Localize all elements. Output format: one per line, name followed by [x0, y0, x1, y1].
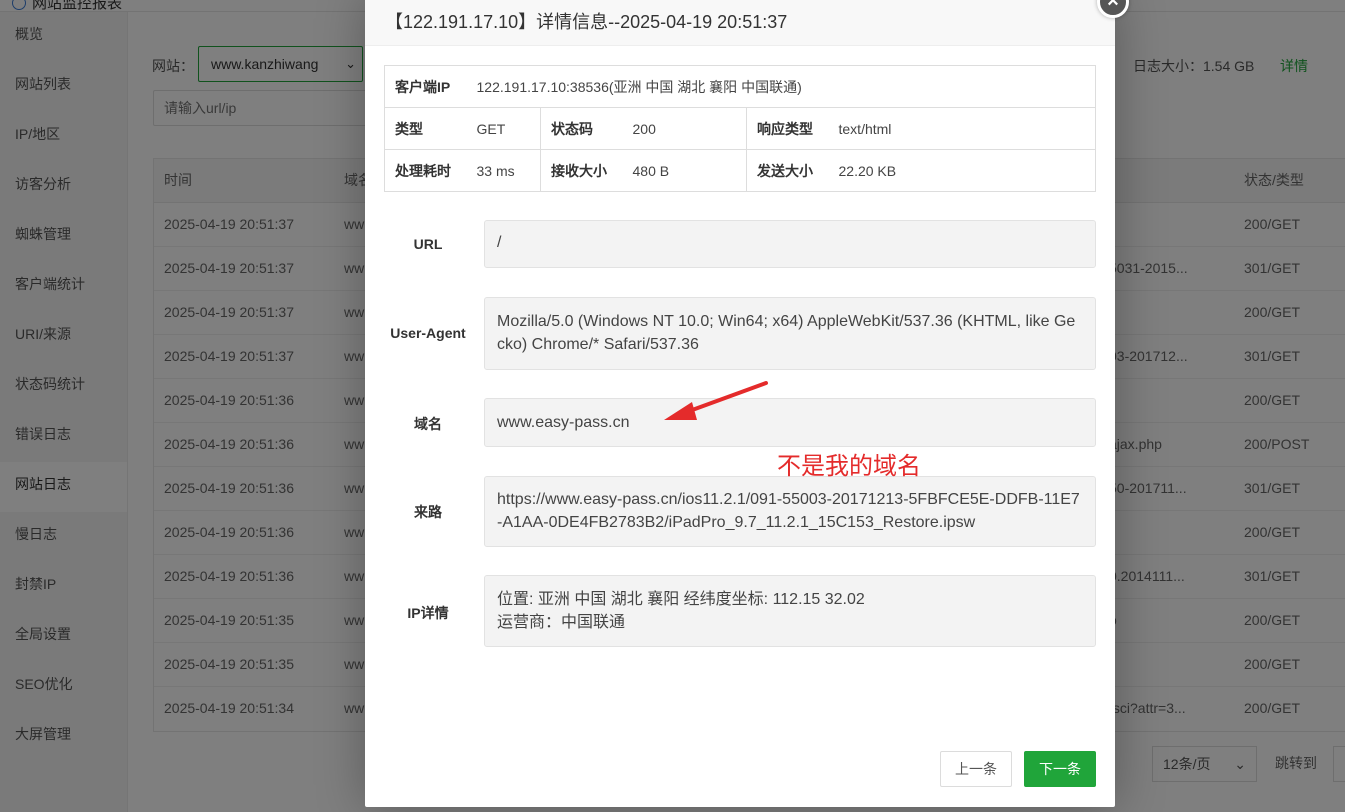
annotation-arrow — [664, 381, 768, 420]
recv-size-label: 接收大小 — [540, 149, 623, 192]
annotation-text: 不是我的域名 — [777, 454, 921, 480]
status-code-value: 200 — [622, 107, 747, 150]
domain-label: 域名 — [414, 416, 442, 432]
ip-info-value: 位置: 亚洲 中国 湖北 襄阳 经纬度坐标: 112.15 32.02 运营商：… — [484, 575, 1096, 647]
sent-size-value: 22.20 KB — [828, 149, 1096, 192]
content-type-label: 响应类型 — [746, 107, 829, 150]
ip-location-text: 位置: 亚洲 中国 湖北 襄阳 经纬度坐标: 112.15 32.02 — [497, 591, 865, 608]
domain-value: www.easy-pass.cn — [484, 398, 1096, 447]
next-record-button[interactable]: 下一条 — [1024, 751, 1096, 787]
content-type-value: text/html — [828, 107, 1096, 150]
duration-value: 33 ms — [466, 149, 541, 192]
sent-size-label: 发送大小 — [746, 149, 829, 192]
user-agent-value: Mozilla/5.0 (Windows NT 10.0; Win64; x64… — [484, 297, 1096, 370]
user-agent-label: User-Agent — [390, 325, 466, 341]
url-value: / — [484, 220, 1096, 268]
client-ip-value: 122.191.17.10:38536(亚洲 中国 湖北 襄阳 中国联通) — [466, 65, 1096, 108]
ip-info-label: IP详情 — [407, 605, 449, 621]
url-label: URL — [413, 236, 443, 252]
status-code-label: 状态码 — [540, 107, 623, 150]
type-label: 类型 — [384, 107, 467, 150]
referer-label: 来路 — [414, 504, 442, 520]
client-ip-label: 客户端IP — [384, 65, 467, 108]
request-info-table: 客户端IP 122.191.17.10:38536(亚洲 中国 湖北 襄阳 中国… — [384, 65, 1096, 192]
recv-size-value: 480 B — [622, 149, 747, 192]
dialog-title: 【122.191.17.10】详情信息--2025-04-19 20:51:37 — [365, 0, 1115, 46]
prev-record-button[interactable]: 上一条 — [940, 751, 1012, 787]
ip-isp-text: 运营商：中国联通 — [497, 614, 626, 631]
referer-value: https://www.easy-pass.cn/ios11.2.1/091-5… — [484, 476, 1096, 547]
type-value: GET — [466, 107, 541, 150]
duration-label: 处理耗时 — [384, 149, 467, 192]
